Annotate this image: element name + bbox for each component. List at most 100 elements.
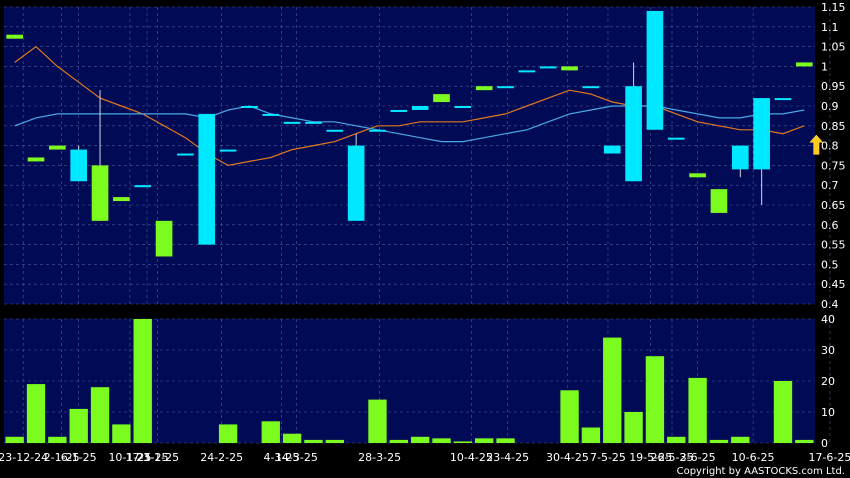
price-y-tick-label: 0.5 — [821, 258, 839, 271]
volume-panel: 0 10 20 30 40 — [4, 313, 835, 450]
volume-bar — [603, 337, 622, 443]
candle-body — [475, 86, 493, 91]
price-y-tick-label: 0.7 — [821, 179, 839, 192]
candle-body — [27, 157, 45, 162]
candle-body — [305, 121, 322, 124]
volume-bar — [325, 439, 344, 443]
volume-y-tick-label: 10 — [821, 406, 835, 419]
candle-body — [219, 149, 237, 152]
candle-body — [667, 137, 685, 140]
candle-body — [497, 86, 514, 89]
volume-y-tick-label: 40 — [821, 313, 835, 326]
candle-body — [582, 86, 600, 89]
volume-bar — [26, 384, 46, 443]
candle-body — [689, 173, 706, 178]
candle-body — [177, 153, 194, 156]
price-panel: 0.4 0.45 0.5 0.55 0.6 0.65 0.7 0.75 0.8 0.85 0.9 0.… — [4, 1, 846, 311]
price-y-tick-label: 1.05 — [821, 41, 846, 54]
stock-chart: 0.4 0.45 0.5 0.55 0.6 0.65 0.7 0.75 0.8 0.85 0.9 0.… — [0, 0, 850, 478]
candle-body — [49, 145, 66, 150]
price-y-tick-label: 0.95 — [821, 80, 846, 93]
price-y-tick-label: 1.1 — [821, 21, 839, 34]
volume-y-tick-label: 30 — [821, 344, 835, 357]
x-tick-label: 23-4-25 — [486, 451, 529, 464]
volume-bar — [453, 441, 473, 443]
price-y-tick-label: 0.45 — [821, 278, 846, 291]
candle-body — [390, 109, 408, 112]
x-tick-label: 17-6-25 — [808, 451, 850, 464]
x-tick-label: 24-2-25 — [200, 451, 243, 464]
volume-bar — [218, 424, 238, 443]
candle-body — [347, 145, 365, 221]
candle-body — [91, 165, 109, 221]
x-tick-label: 30-4-25 — [546, 451, 589, 464]
candle-body — [774, 98, 792, 101]
x-tick-label: 14-3-25 — [275, 451, 318, 464]
volume-bar — [90, 387, 110, 443]
volume-bar — [389, 439, 409, 443]
volume-bar — [581, 427, 601, 443]
candle-body — [155, 220, 173, 257]
volume-bar — [133, 319, 152, 443]
volume-bar — [282, 433, 302, 443]
x-tick-label: 3-6-25 — [680, 451, 716, 464]
price-y-tick-label: 0.65 — [821, 199, 846, 212]
candle-body — [326, 129, 344, 132]
price-y-tick-label: 0.6 — [821, 219, 839, 232]
candle-body — [539, 66, 557, 69]
volume-bar — [624, 412, 643, 443]
price-y-tick-label: 1 — [821, 60, 828, 73]
volume-bar — [410, 436, 430, 443]
candle-body — [731, 145, 749, 170]
volume-bar — [475, 438, 494, 443]
volume-bar — [667, 436, 686, 443]
volume-bar — [560, 390, 579, 443]
price-y-tick-label: 0.75 — [821, 159, 846, 172]
price-y-tick-label: 1.15 — [821, 1, 846, 14]
candle-body — [369, 129, 386, 132]
volume-bar — [773, 381, 793, 443]
candle-body — [6, 34, 23, 39]
volume-bar — [795, 439, 814, 443]
candle-body — [454, 106, 472, 108]
volume-bar — [368, 399, 387, 443]
volume-bar — [48, 436, 67, 443]
volume-bar — [496, 438, 515, 443]
price-plot-area — [4, 7, 815, 304]
candle-body — [646, 10, 664, 130]
volume-bar — [645, 356, 665, 443]
volume-bar — [731, 436, 750, 443]
candle-body — [283, 121, 301, 124]
candle-body — [113, 197, 130, 202]
volume-bar — [709, 439, 729, 443]
candle-body — [625, 86, 642, 182]
candle-body — [433, 94, 450, 103]
volume-y-tick-label: 0 — [821, 437, 828, 450]
x-tick-label: 7-5-25 — [590, 451, 626, 464]
candle-body — [411, 106, 429, 110]
x-tick-label: 28-3-25 — [358, 451, 401, 464]
candle-body — [561, 66, 578, 71]
candle-body — [241, 106, 258, 108]
volume-y-tick-label: 20 — [821, 375, 835, 388]
volume-bar — [112, 424, 131, 443]
volume-bar — [304, 439, 323, 443]
copyright-text: Copyright by AASTOCKS.com Ltd. — [677, 466, 845, 477]
candle-body — [262, 113, 280, 116]
volume-bar — [432, 438, 451, 443]
price-y-tick-label: 0.8 — [821, 140, 839, 153]
volume-bar — [688, 377, 707, 443]
volume-bar — [5, 436, 24, 443]
price-y-tick-label: 0.4 — [821, 298, 839, 311]
x-tick-label: 6-1-25 — [61, 451, 97, 464]
volume-bar — [69, 408, 88, 443]
x-tick-label: 10-6-25 — [732, 451, 775, 464]
candle-body — [710, 189, 728, 213]
price-y-tick-label: 0.55 — [821, 239, 846, 252]
price-y-tick-label: 0.9 — [821, 100, 839, 113]
candle-body — [198, 113, 216, 245]
candle-body — [603, 145, 621, 154]
x-tick-label: 23-1-25 — [136, 451, 179, 464]
price-y-tick-label: 0.85 — [821, 120, 846, 133]
candle-body — [518, 70, 536, 73]
